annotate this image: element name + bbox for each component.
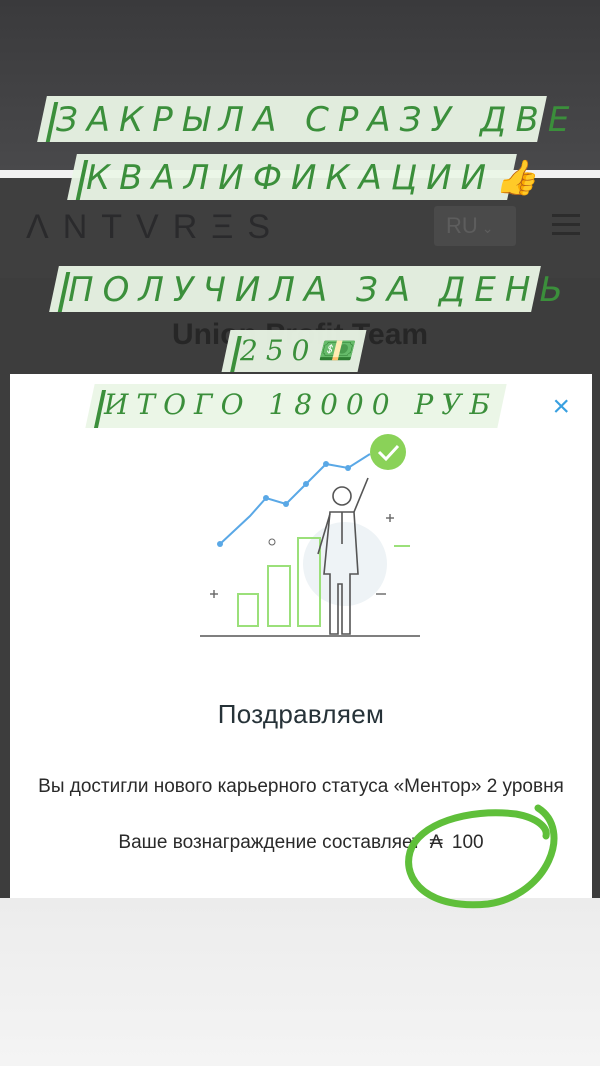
caption-line-2: КВАЛИФИКАЦИИ👍 bbox=[67, 154, 547, 200]
hamburger-menu-icon[interactable] bbox=[552, 214, 580, 236]
close-icon[interactable]: × bbox=[552, 392, 570, 422]
caption-line-4-text: 250💵 bbox=[240, 334, 361, 367]
caption-line-5-text: ИТОГО 18000 РУБ bbox=[104, 388, 499, 421]
reward-label: Ваше вознаграждение составляет bbox=[118, 832, 421, 853]
caption-line-4: 250💵 bbox=[221, 330, 367, 372]
story-bottom-area bbox=[0, 898, 600, 1066]
language-label: RU bbox=[446, 213, 478, 238]
career-growth-illustration bbox=[200, 434, 420, 637]
caption-line-1: ЗАКРЫЛА СРАЗУ ДВЕ bbox=[37, 96, 579, 142]
site-logo[interactable]: ΛNTVRΞS bbox=[26, 208, 284, 247]
status-description: Вы достигли нового карьерного статуса «М… bbox=[38, 776, 564, 797]
highlight-circle bbox=[405, 804, 558, 909]
caption-line-3-text: ПОЛУЧИЛА ЗА ДЕНЬ bbox=[68, 270, 572, 310]
caption-line-1-text: ЗАКРЫЛА СРАЗУ ДВЕ bbox=[56, 100, 579, 140]
language-selector[interactable]: RU ⌄ bbox=[434, 206, 516, 246]
caption-line-5: ИТОГО 18000 РУБ bbox=[85, 384, 507, 428]
chevron-down-icon: ⌄ bbox=[481, 220, 494, 236]
caption-line-3: ПОЛУЧИЛА ЗА ДЕНЬ bbox=[49, 266, 572, 312]
modal-heading: Поздравляем bbox=[217, 699, 385, 729]
caption-line-2-text: КВАЛИФИКАЦИИ👍 bbox=[86, 158, 547, 198]
story-top-band bbox=[0, 0, 600, 170]
